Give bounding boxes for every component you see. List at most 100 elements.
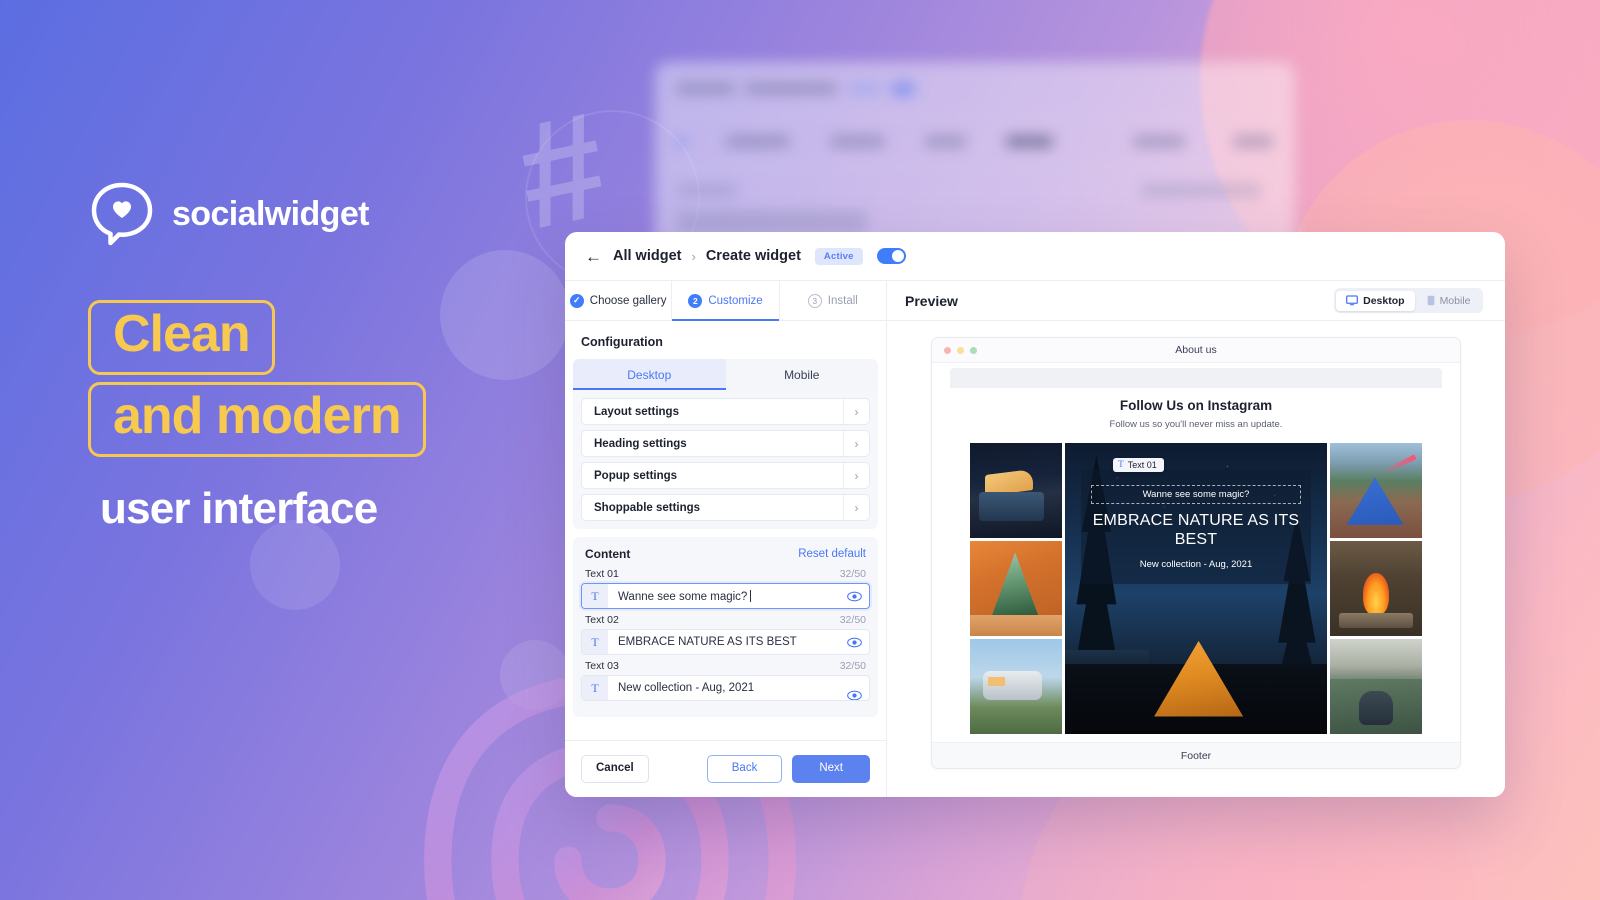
text-field-group-01: Text 01 32/50 T Wanne see some magic? bbox=[581, 565, 870, 609]
hero-text-overlay: T Text 01 Wanne see some magic? EMBRACE … bbox=[1080, 458, 1312, 584]
setting-shoppable-label: Shoppable settings bbox=[594, 501, 701, 514]
chevron-right-icon: › bbox=[843, 495, 869, 520]
overlay-line-3[interactable]: New collection - Aug, 2021 bbox=[1091, 559, 1302, 570]
app-body: Configuration Desktop Mobile Layout sett… bbox=[565, 321, 1505, 797]
monitor-icon bbox=[1346, 295, 1359, 306]
next-button[interactable]: Next bbox=[792, 755, 870, 783]
gallery-thumb-caravan-daytime[interactable] bbox=[970, 639, 1062, 734]
widget-footer: Footer bbox=[932, 742, 1460, 768]
widget-title: Follow Us on Instagram bbox=[1119, 398, 1273, 413]
app-window: ← All widget › Create widget Active ✓ Ch… bbox=[565, 232, 1505, 797]
hashtag-icon: # bbox=[503, 79, 620, 261]
gallery-thumb-campfire[interactable] bbox=[1330, 541, 1422, 636]
eye-icon[interactable] bbox=[839, 591, 869, 602]
headline-one-text: Clean bbox=[113, 305, 251, 363]
preview-panel: About us Follow Us on Instagram Follow u… bbox=[887, 321, 1505, 797]
footer-actions: Back Next bbox=[706, 755, 870, 783]
text-02-input[interactable]: EMBRACE NATURE AS ITS BEST bbox=[608, 636, 839, 648]
setting-heading-settings[interactable]: Heading settings › bbox=[581, 430, 870, 457]
headline-two: and modern bbox=[88, 382, 426, 457]
decor-blob-light-3 bbox=[500, 640, 570, 710]
browser-titlebar: About us bbox=[932, 338, 1460, 363]
mock-navbar bbox=[950, 368, 1442, 388]
overlay-line-2[interactable]: EMBRACE NATURE AS ITS BEST bbox=[1091, 512, 1302, 550]
text-02-label: Text 02 bbox=[585, 614, 619, 626]
text-type-icon: T bbox=[1117, 460, 1124, 471]
settings-group: Layout settings › Heading settings › Pop… bbox=[573, 390, 878, 529]
eye-icon[interactable] bbox=[839, 690, 869, 701]
text-03-input[interactable]: New collection - Aug, 2021 bbox=[608, 682, 839, 694]
setting-heading-label: Heading settings bbox=[594, 437, 687, 450]
overlay-line-1[interactable]: Wanne see some magic? bbox=[1090, 485, 1302, 505]
steps-and-preview-header: ✓ Choose gallery 2 Customize 3 Install P… bbox=[565, 281, 1505, 321]
device-desktop-label: Desktop bbox=[1363, 294, 1405, 307]
breadcrumb-parent[interactable]: All widget bbox=[613, 248, 681, 264]
configuration-panel: Configuration Desktop Mobile Layout sett… bbox=[565, 321, 887, 797]
setting-layout-label: Layout settings bbox=[594, 405, 679, 418]
chevron-right-icon: › bbox=[843, 399, 869, 424]
setting-popup-settings[interactable]: Popup settings › bbox=[581, 462, 870, 489]
text-01-selection-tag: T Text 01 bbox=[1112, 458, 1164, 473]
reset-default-link[interactable]: Reset default bbox=[798, 548, 866, 560]
back-button[interactable]: Back bbox=[706, 755, 783, 783]
text-01-input[interactable]: Wanne see some magic? bbox=[608, 589, 839, 603]
text-01-meta: Text 01 32/50 bbox=[581, 565, 870, 583]
device-mobile-button[interactable]: Mobile bbox=[1417, 291, 1481, 311]
headline-two-text: and modern bbox=[113, 387, 402, 445]
step-number-3: 3 bbox=[807, 293, 822, 308]
headline-one: Clean bbox=[88, 300, 275, 375]
widget-preview: Follow Us on Instagram Follow us so you'… bbox=[932, 388, 1460, 768]
device-segment-control: Desktop Mobile bbox=[573, 359, 878, 390]
device-desktop-button[interactable]: Desktop bbox=[1336, 290, 1415, 311]
setting-shoppable-settings[interactable]: Shoppable settings › bbox=[581, 494, 870, 521]
ghost-tabs bbox=[655, 116, 1295, 168]
text-01-counter: 32/50 bbox=[839, 568, 866, 580]
text-01-label: Text 01 bbox=[585, 568, 619, 580]
tab-customize[interactable]: 2 Customize bbox=[672, 281, 780, 321]
content-header: Content Reset default bbox=[581, 547, 870, 565]
text-type-icon: T bbox=[582, 584, 608, 608]
text-03-meta: Text 03 32/50 bbox=[581, 657, 870, 675]
decor-blob-light-1 bbox=[440, 250, 570, 380]
text-03-counter: 32/50 bbox=[839, 660, 866, 672]
gallery-column-right bbox=[1330, 443, 1422, 734]
gallery-thumb-blue-tent-mountain[interactable] bbox=[1330, 443, 1422, 538]
gallery-column-left bbox=[970, 443, 1062, 734]
preview-header: Preview Desktop Mobile bbox=[887, 281, 1505, 320]
wizard-steps: ✓ Choose gallery 2 Customize 3 Install bbox=[565, 281, 887, 321]
widget-subtitle: Follow us so you'll never miss an update… bbox=[1109, 419, 1283, 430]
segment-mobile[interactable]: Mobile bbox=[726, 359, 879, 390]
eye-icon[interactable] bbox=[839, 637, 869, 648]
device-mobile-label: Mobile bbox=[1439, 294, 1471, 307]
text-type-icon: T bbox=[582, 676, 608, 700]
text-03-input-wrapper[interactable]: T New collection - Aug, 2021 bbox=[581, 675, 870, 701]
segment-desktop[interactable]: Desktop bbox=[573, 359, 726, 390]
preview-title: Preview bbox=[905, 292, 958, 309]
cancel-button[interactable]: Cancel bbox=[581, 755, 649, 783]
active-toggle[interactable] bbox=[876, 248, 906, 264]
gallery-thumb-tent-interior-forest[interactable] bbox=[970, 541, 1062, 636]
gallery-thumb-hammock-tent-person[interactable] bbox=[1330, 639, 1422, 734]
browser-title: About us bbox=[1175, 344, 1217, 356]
status-badge: Active bbox=[814, 247, 863, 265]
setting-layout-settings[interactable]: Layout settings › bbox=[581, 398, 870, 425]
tab-install-label: Install bbox=[827, 294, 858, 307]
text-02-input-wrapper[interactable]: T EMBRACE NATURE AS ITS BEST bbox=[581, 629, 870, 655]
brand-name: socialwidget bbox=[172, 194, 369, 233]
text-01-tag-label: Text 01 bbox=[1127, 460, 1157, 471]
text-01-input-wrapper[interactable]: T Wanne see some magic? bbox=[581, 583, 870, 609]
brand-lockup: socialwidget bbox=[90, 180, 369, 248]
gallery-hero[interactable]: T Text 01 Wanne see some magic? EMBRACE … bbox=[1065, 443, 1327, 734]
tab-choose-gallery-label: Choose gallery bbox=[589, 294, 667, 307]
tab-install[interactable]: 3 Install bbox=[780, 281, 887, 320]
arrow-left-icon[interactable]: ← bbox=[585, 248, 602, 265]
breadcrumb-current: Create widget bbox=[705, 248, 801, 264]
text-field-group-03: Text 03 32/50 T New collection - Aug, 20… bbox=[581, 657, 870, 701]
tab-choose-gallery[interactable]: ✓ Choose gallery bbox=[565, 281, 673, 320]
gallery-thumb-camper-van-night[interactable] bbox=[970, 443, 1062, 538]
app-header: ← All widget › Create widget Active bbox=[565, 232, 1505, 281]
text-03-label: Text 03 bbox=[585, 660, 619, 672]
text-type-icon: T bbox=[582, 630, 608, 654]
gallery-grid: T Text 01 Wanne see some magic? EMBRACE … bbox=[932, 443, 1460, 734]
configuration-scroll[interactable]: Layout settings › Heading settings › Pop… bbox=[565, 390, 886, 797]
